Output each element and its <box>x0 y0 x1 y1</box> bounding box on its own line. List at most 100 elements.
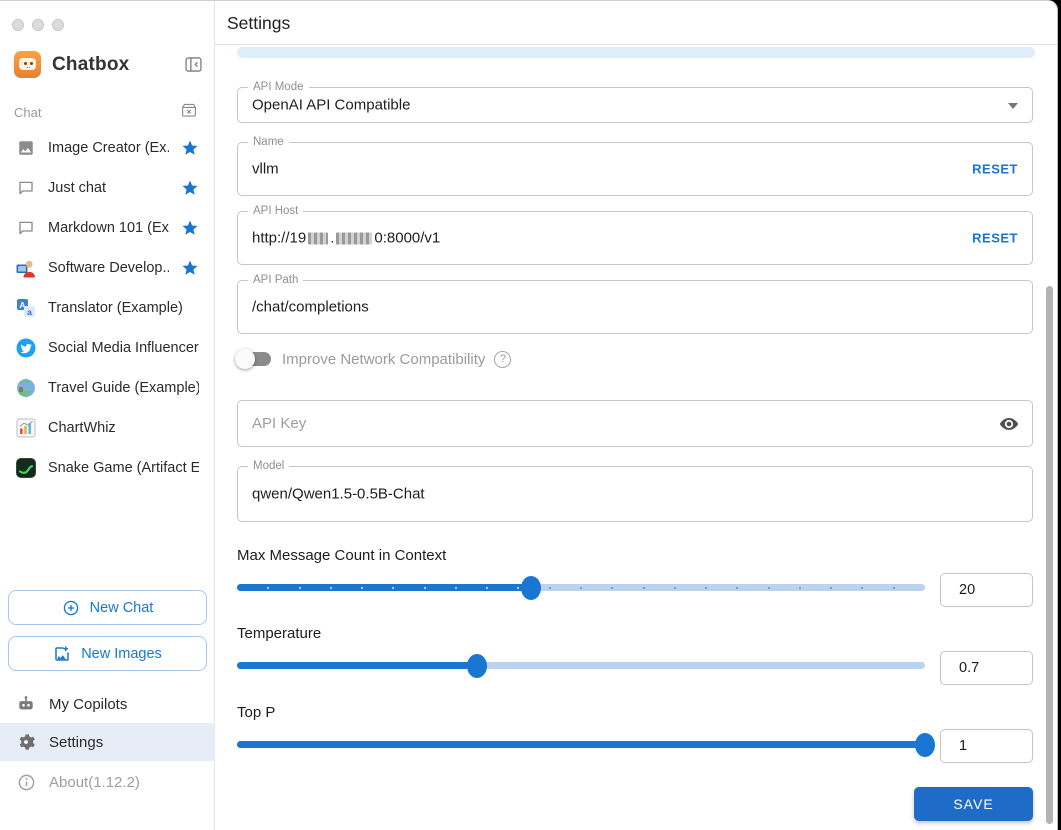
snake-game-icon <box>16 458 36 478</box>
help-icon[interactable]: ? <box>494 350 512 368</box>
api-path-value: /chat/completions <box>252 298 369 316</box>
sidebar: Chatbox Chat Image Creator (Ex... Just ch… <box>0 1 215 830</box>
window-controls <box>12 19 64 31</box>
image-icon <box>16 138 36 158</box>
new-images-button[interactable]: New Images <box>8 636 207 671</box>
sidebar-item[interactable]: Software Develop... <box>0 248 214 288</box>
zoom-button[interactable] <box>52 19 64 31</box>
sidebar-item[interactable]: Aa Translator (Example) <box>0 288 214 328</box>
sidebar-item-label: Snake Game (Artifact E... <box>48 460 199 476</box>
info-icon <box>16 772 36 792</box>
sidebar-item[interactable]: Social Media Influencer ... <box>0 328 214 368</box>
sidebar-item-label: Software Develop... <box>48 260 169 276</box>
star-icon[interactable] <box>181 259 199 277</box>
clear-conversations-icon[interactable] <box>180 101 198 124</box>
app-title: Chatbox <box>52 53 130 75</box>
chatbox-logo <box>14 51 41 78</box>
plus-circle-icon <box>62 599 80 617</box>
scrollbar-thumb[interactable] <box>1046 286 1053 824</box>
new-chat-label: New Chat <box>89 599 154 616</box>
chevron-down-icon <box>1008 103 1018 109</box>
new-images-label: New Images <box>81 645 162 662</box>
gear-icon <box>16 732 36 752</box>
sidebar-item-my-copilots[interactable]: My Copilots <box>0 685 215 723</box>
api-key-input[interactable] <box>252 401 982 446</box>
temperature-input[interactable]: 0.7 <box>940 651 1033 685</box>
sidebar-item[interactable]: ChartWhiz <box>0 408 214 448</box>
collapse-sidebar-icon[interactable] <box>183 54 204 75</box>
api-path-label: API Path <box>248 273 304 287</box>
api-mode-label: API Mode <box>248 80 309 94</box>
sidebar-item[interactable]: Travel Guide (Example) <box>0 368 214 408</box>
save-button[interactable]: SAVE <box>914 787 1033 821</box>
name-reset-button[interactable]: RESET <box>972 162 1018 177</box>
api-host-reset-button[interactable]: RESET <box>972 231 1018 246</box>
star-icon[interactable] <box>181 219 199 237</box>
sidebar-item[interactable]: Markdown 101 (Ex... <box>0 208 214 248</box>
max-message-count-input[interactable]: 20 <box>940 573 1033 607</box>
top-p-input[interactable]: 1 <box>940 729 1033 763</box>
max-message-count-slider[interactable] <box>237 575 925 600</box>
name-label: Name <box>248 135 289 149</box>
robot-icon <box>16 694 36 714</box>
name-value: vllm <box>252 160 279 178</box>
redacted-text <box>308 232 329 245</box>
toggle-label: Improve Network Compatibility <box>282 350 486 368</box>
slider-thumb[interactable] <box>520 575 541 600</box>
api-mode-value: OpenAI API Compatible <box>252 96 411 114</box>
chat-bubble-icon <box>16 178 36 198</box>
page-title: Settings <box>227 13 291 33</box>
chat-bubble-icon <box>16 218 36 238</box>
sidebar-item-about[interactable]: About(1.12.2) <box>0 763 215 801</box>
api-key-field[interactable] <box>237 400 1033 447</box>
top-p-slider[interactable] <box>237 732 935 757</box>
max-message-count-label: Max Message Count in Context <box>237 547 447 564</box>
image-plus-icon <box>53 645 71 663</box>
model-value: qwen/Qwen1.5-0.5B-Chat <box>252 485 425 503</box>
temperature-slider[interactable] <box>237 653 925 678</box>
slider-thumb[interactable] <box>915 732 935 757</box>
new-chat-button[interactable]: New Chat <box>8 590 207 625</box>
sidebar-item-label: Image Creator (Ex... <box>48 140 169 156</box>
slider-thumb[interactable] <box>467 653 488 678</box>
sidebar-item-label: Translator (Example) <box>48 300 183 316</box>
developer-avatar-icon <box>16 258 36 278</box>
main-header: Settings <box>215 1 1057 45</box>
sidebar-item[interactable]: Image Creator (Ex... <box>0 128 214 168</box>
improve-network-compatibility-toggle[interactable] <box>235 349 273 369</box>
chart-icon <box>16 418 36 438</box>
info-banner-partial <box>237 47 1035 58</box>
sidebar-item-label: Markdown 101 (Ex... <box>48 220 169 236</box>
api-mode-select[interactable]: API Mode OpenAI API Compatible <box>237 80 1033 123</box>
sidebar-item-label: ChartWhiz <box>48 420 116 436</box>
top-p-label: Top P <box>237 704 276 721</box>
minimize-button[interactable] <box>32 19 44 31</box>
star-icon[interactable] <box>181 179 199 197</box>
about-label: About(1.12.2) <box>49 773 140 791</box>
settings-panel: Settings API Mode OpenAI API Compatible … <box>215 1 1057 830</box>
api-host-field[interactable]: API Host http://19. 0:8000/v1 RESET <box>237 204 1033 265</box>
globe-icon <box>16 378 36 398</box>
api-path-field[interactable]: API Path /chat/completions <box>237 273 1033 334</box>
model-label: Model <box>248 459 290 473</box>
translator-icon: Aa <box>16 298 36 318</box>
star-icon[interactable] <box>181 139 199 157</box>
sidebar-item-label: Just chat <box>48 180 107 196</box>
eye-icon[interactable] <box>998 413 1020 435</box>
chat-section-label: Chat <box>14 105 42 120</box>
name-field[interactable]: Name vllm RESET <box>237 135 1033 196</box>
my-copilots-label: My Copilots <box>49 695 128 713</box>
temperature-label: Temperature <box>237 625 322 642</box>
model-field[interactable]: Model qwen/Qwen1.5-0.5B-Chat <box>237 459 1033 522</box>
sidebar-item-settings[interactable]: Settings <box>0 723 215 761</box>
close-button[interactable] <box>12 19 24 31</box>
svg-text:a: a <box>27 307 32 317</box>
redacted-text <box>336 232 373 245</box>
chat-session-list: Image Creator (Ex... Just chat Markdown 10… <box>0 128 214 488</box>
network-compatibility-row: Improve Network Compatibility ? <box>235 349 512 369</box>
sidebar-item-label: Social Media Influencer ... <box>48 340 199 356</box>
api-host-value: http://19. 0:8000/v1 <box>252 229 441 247</box>
sidebar-item[interactable]: Snake Game (Artifact E... <box>0 448 214 488</box>
api-host-label: API Host <box>248 204 304 218</box>
sidebar-item[interactable]: Just chat <box>0 168 214 208</box>
